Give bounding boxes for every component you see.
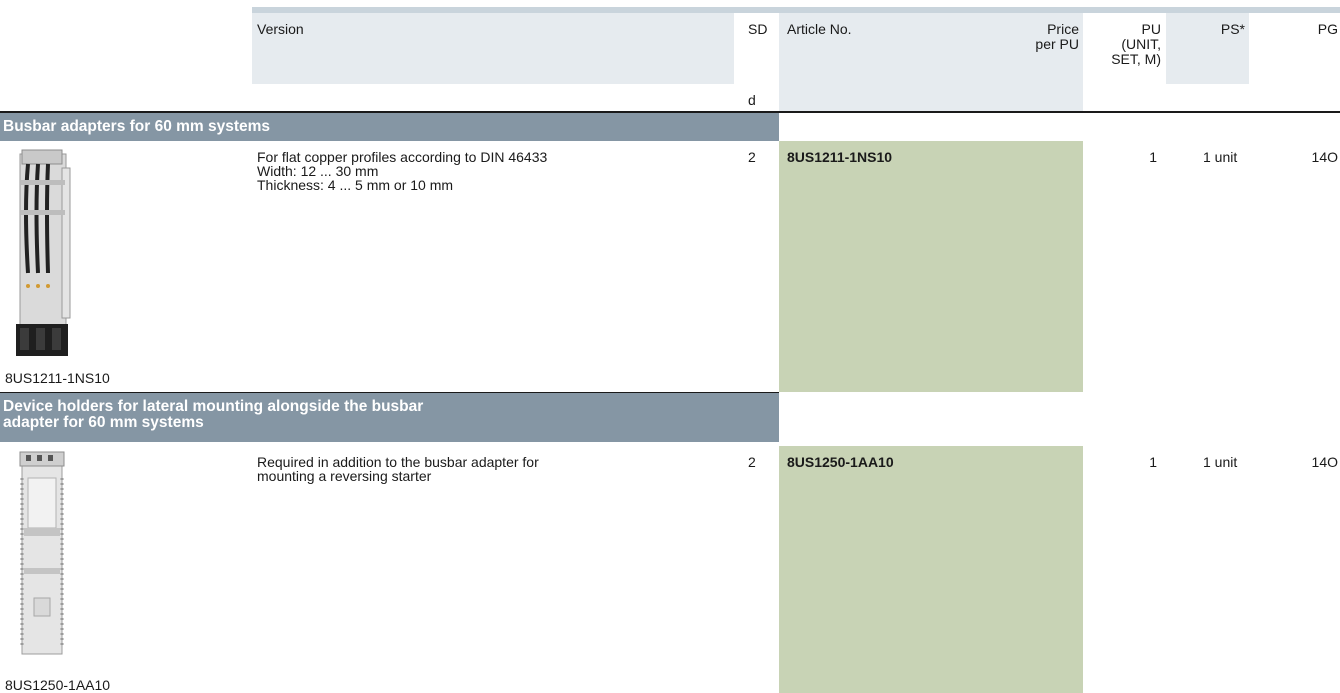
column-header-article-no: Article No. [787,21,852,37]
product-image-device-holder [14,448,72,658]
column-header-sd: SD [748,21,768,37]
description-line: Required in addition to the busbar adapt… [257,454,539,470]
sd-value: 2 [748,454,756,470]
article-number: 8US1211-1NS10 [787,149,893,165]
product-description: For flat copper profiles according to DI… [257,150,547,192]
price-line-1: Price [1047,21,1079,37]
section-title-device-holders: Device holders for lateral mounting alon… [0,393,779,442]
column-header-pu: PU (UNIT, SET, M) [1085,22,1161,67]
ps-value: 1 unit [1203,454,1238,470]
product-image-busbar-adapter [14,148,72,360]
header-fill-version [252,13,734,84]
pu-value: 1 [1149,454,1157,470]
ps-value: 1 unit [1203,149,1238,165]
description-line: For flat copper profiles according to DI… [257,149,548,165]
product-description: Required in addition to the busbar adapt… [257,455,539,483]
description-line: mounting a reversing starter [257,468,432,484]
article-column-1 [779,141,1083,392]
pu-value: 1 [1149,149,1157,165]
column-header-version: Version [257,21,304,37]
column-header-price: Price per PU [990,22,1079,52]
description-line: Thickness: 4 ... 5 mm or 10 mm [257,177,454,193]
image-caption: 8US1211-1NS10 [5,370,110,386]
price-line-2: per PU [1035,36,1079,52]
pu-line-3: SET, M) [1111,51,1161,67]
article-number: 8US1250-1AA10 [787,454,894,470]
description-line: Width: 12 ... 30 mm [257,163,379,179]
column-header-ps: PS* [1220,21,1245,37]
pg-value: 14O [1311,149,1338,165]
sd-value: 2 [748,149,756,165]
pu-line-1: PU [1141,21,1161,37]
image-caption: 8US1250-1AA10 [5,677,111,693]
column-header-sd-unit: d [748,92,756,108]
pu-line-2: (UNIT, [1121,36,1161,52]
column-header-pg: PG [1317,21,1338,37]
pg-value: 14O [1311,454,1338,470]
article-column-2 [779,446,1083,693]
section-title-busbar-adapters: Busbar adapters for 60 mm systems [0,113,779,141]
